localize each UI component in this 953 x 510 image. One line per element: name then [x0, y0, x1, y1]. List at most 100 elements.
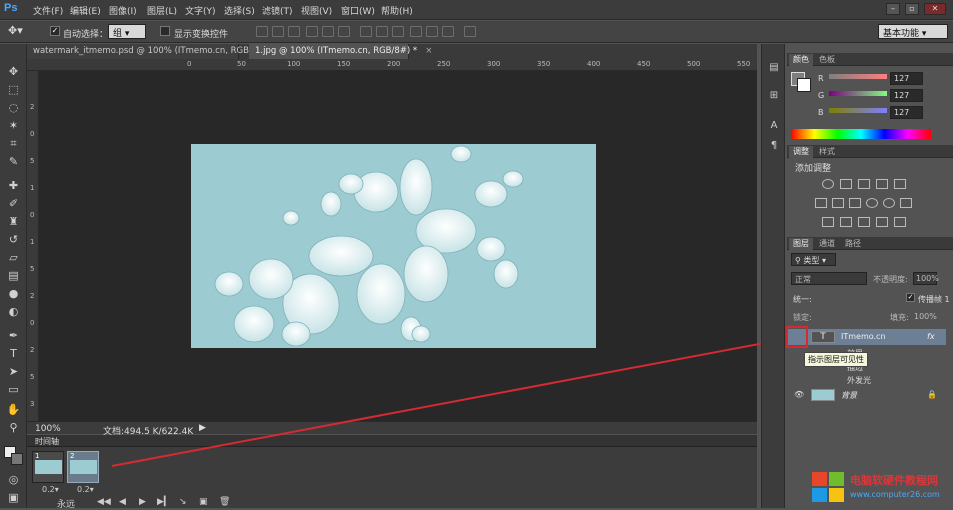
eraser-icon[interactable]: ▱	[6, 250, 21, 265]
tween-icon[interactable]: ↘	[179, 497, 187, 507]
gradient-icon[interactable]: ▤	[6, 268, 21, 283]
align-left-icon[interactable]	[306, 26, 318, 37]
propagate-checkbox[interactable]: ✓	[906, 293, 915, 302]
menu-select[interactable]: 选择(S)	[224, 4, 255, 17]
move-icon[interactable]: ✥	[6, 64, 21, 79]
align-hcenter-icon[interactable]	[322, 26, 334, 37]
eye-icon[interactable]: 👁	[794, 390, 804, 400]
show-transform-checkbox[interactable]	[160, 26, 170, 36]
distribute-vcenter-icon[interactable]	[376, 26, 388, 37]
crop-icon[interactable]: ⌗	[6, 136, 21, 151]
next-frame-icon[interactable]: ▶▎	[157, 497, 171, 507]
brush-icon[interactable]: ✐	[6, 196, 21, 211]
timeline-frame[interactable]: 2	[67, 451, 99, 483]
screen-mode-icon[interactable]: ▣	[6, 490, 21, 505]
value-g[interactable]: 127	[890, 89, 923, 102]
paragraph-icon[interactable]: ¶	[768, 140, 780, 152]
exposure-icon[interactable]	[876, 179, 888, 189]
info-icon[interactable]: ⊞	[768, 90, 780, 102]
frame-duration[interactable]: 0.2▾	[77, 485, 94, 494]
minimize-icon[interactable]: –	[886, 3, 900, 15]
brightness-icon[interactable]	[822, 179, 834, 189]
lasso-icon[interactable]: ◌	[6, 100, 21, 115]
slider-g[interactable]	[829, 91, 887, 96]
quick-mask-icon[interactable]: ◎	[6, 472, 21, 487]
close-icon[interactable]: ✕	[924, 3, 946, 15]
distribute-hcenter-icon[interactable]	[426, 26, 438, 37]
photo-filter-icon[interactable]	[866, 198, 878, 208]
selective-color-icon[interactable]	[876, 217, 888, 227]
blend-mode-dropdown[interactable]: 正常	[791, 272, 867, 285]
menu-help[interactable]: 帮助(H)	[381, 4, 413, 17]
tab-layers[interactable]: 图层	[789, 238, 813, 250]
channel-mixer-icon[interactable]	[883, 198, 895, 208]
dodge-icon[interactable]: ◐	[6, 304, 21, 319]
tab-color[interactable]: 颜色	[789, 54, 813, 66]
color-spectrum[interactable]	[791, 129, 931, 139]
timeline-frame[interactable]: 1	[32, 451, 64, 483]
stamp-icon[interactable]: ♜	[6, 214, 21, 229]
align-top-icon[interactable]	[256, 26, 268, 37]
eyedropper-icon[interactable]: ✎	[6, 154, 21, 169]
threshold-icon[interactable]	[858, 217, 870, 227]
menu-image[interactable]: 图像(I)	[109, 4, 137, 17]
restore-icon[interactable]: ▫	[905, 3, 919, 15]
menu-file[interactable]: 文件(F)	[33, 4, 63, 17]
marquee-icon[interactable]: ⬚	[6, 82, 21, 97]
type-icon[interactable]: T	[6, 346, 21, 361]
distribute-right-icon[interactable]	[442, 26, 454, 37]
distribute-left-icon[interactable]	[410, 26, 422, 37]
layer-row-text[interactable]: T ITmemo.cn fx	[787, 329, 946, 345]
pen-icon[interactable]: ✒	[6, 328, 21, 343]
tab-styles[interactable]: 样式	[815, 146, 839, 158]
document-image[interactable]	[191, 144, 596, 348]
posterize-icon[interactable]	[840, 217, 852, 227]
delete-frame-icon[interactable]: 🗑	[219, 497, 230, 507]
hue-saturation-icon[interactable]	[815, 198, 827, 208]
character-icon[interactable]: A	[768, 120, 780, 132]
status-menu-arrow-icon[interactable]: ▶	[199, 423, 206, 433]
opacity-value[interactable]: 100%	[913, 272, 939, 285]
loop-dropdown[interactable]: 永远	[57, 497, 75, 510]
frame-duration[interactable]: 0.2▾	[42, 485, 59, 494]
history-brush-icon[interactable]: ↺	[6, 232, 21, 247]
blur-icon[interactable]: ●	[6, 286, 21, 301]
tab-watermark-psd[interactable]: watermark_itmemo.psd @ 100% (ITmemo.cn, …	[27, 44, 276, 59]
shape-icon[interactable]: ▭	[6, 382, 21, 397]
hand-icon[interactable]: ✋	[6, 402, 21, 417]
auto-align-icon[interactable]	[464, 26, 476, 37]
menu-type[interactable]: 文字(Y)	[185, 4, 216, 17]
color-lookup-icon[interactable]	[900, 198, 912, 208]
slider-r[interactable]	[829, 74, 887, 79]
invert-icon[interactable]	[822, 217, 834, 227]
slider-b[interactable]	[829, 108, 887, 113]
fill-value[interactable]: 100%	[914, 312, 937, 321]
gradient-map-icon[interactable]	[894, 217, 906, 227]
zoom-icon[interactable]: ⚲	[6, 420, 21, 435]
close-icon[interactable]: ×	[425, 46, 432, 56]
background-color-swatch[interactable]	[11, 453, 23, 465]
effects-icon[interactable]: fx	[927, 332, 935, 341]
distribute-top-icon[interactable]	[360, 26, 372, 37]
zoom-level[interactable]: 100%	[35, 424, 61, 434]
layer-filter-dropdown[interactable]: ⚲ 类型 ▾	[791, 253, 836, 266]
new-frame-icon[interactable]: ▣	[199, 497, 208, 507]
magic-wand-icon[interactable]: ✶	[6, 118, 21, 133]
levels-icon[interactable]	[840, 179, 852, 189]
path-select-icon[interactable]: ➤	[6, 364, 21, 379]
play-icon[interactable]: ▶	[139, 497, 146, 507]
effect-outer-glow[interactable]: 外发光	[847, 375, 871, 386]
auto-select-dropdown[interactable]: 组 ▾	[108, 24, 146, 39]
tab-paths[interactable]: 路径	[841, 238, 865, 250]
menu-layer[interactable]: 图层(L)	[147, 4, 177, 17]
black-white-icon[interactable]	[849, 198, 861, 208]
first-frame-icon[interactable]: ◀◀	[97, 497, 111, 507]
menu-edit[interactable]: 编辑(E)	[70, 4, 101, 17]
menu-view[interactable]: 视图(V)	[301, 4, 332, 17]
prev-frame-icon[interactable]: ◀	[119, 497, 126, 507]
workspace-dropdown[interactable]: 基本功能 ▾	[878, 24, 948, 39]
align-right-icon[interactable]	[338, 26, 350, 37]
curves-icon[interactable]	[858, 179, 870, 189]
vibrance-icon[interactable]	[894, 179, 906, 189]
distribute-bottom-icon[interactable]	[392, 26, 404, 37]
